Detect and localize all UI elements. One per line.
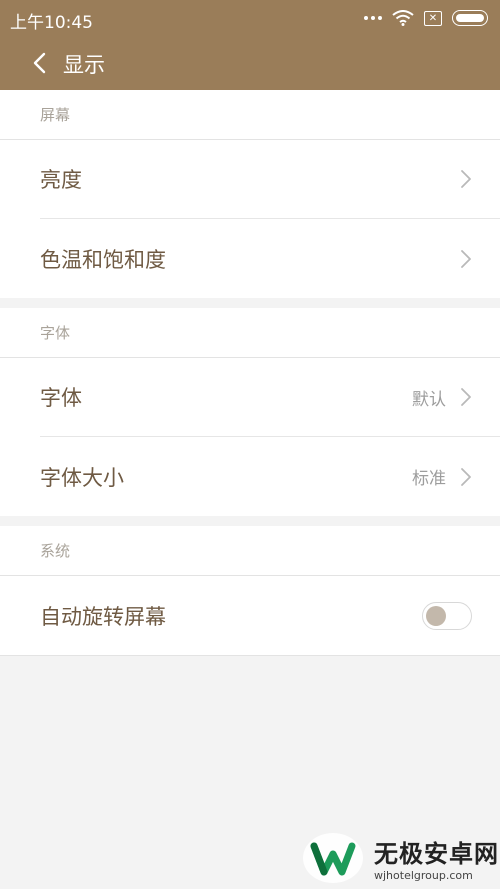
battery-icon bbox=[452, 10, 488, 26]
row-label: 亮度 bbox=[40, 168, 82, 192]
row-label: 自动旋转屏幕 bbox=[40, 604, 166, 629]
row-brightness[interactable]: 亮度 bbox=[40, 140, 500, 219]
row-color-temp-saturation[interactable]: 色温和饱和度 bbox=[40, 219, 500, 298]
back-button[interactable] bbox=[28, 50, 50, 76]
row-value: 标准 bbox=[412, 469, 446, 489]
chevron-right-icon bbox=[460, 467, 472, 487]
no-sim-icon: ✕ bbox=[424, 10, 442, 26]
header-bar: 上午10:45 ✕ 显示 bbox=[0, 0, 500, 90]
section-system: 系统 自动旋转屏幕 bbox=[0, 526, 500, 656]
more-dots-icon bbox=[364, 16, 382, 20]
watermark: 无极安卓网 wjhotelgroup.com bbox=[300, 830, 499, 886]
row-label: 字体 bbox=[40, 386, 82, 410]
chevron-right-icon bbox=[460, 249, 472, 269]
watermark-url: wjhotelgroup.com bbox=[374, 869, 473, 882]
section-title: 屏幕 bbox=[0, 90, 500, 140]
watermark-title: 无极安卓网 bbox=[374, 840, 499, 868]
section-font: 字体 字体 默认 字体大小 标准 bbox=[0, 308, 500, 516]
row-auto-rotate: 自动旋转屏幕 bbox=[40, 576, 500, 655]
section-title: 字体 bbox=[0, 308, 500, 358]
row-font-size[interactable]: 字体大小 标准 bbox=[40, 437, 500, 516]
row-value: 默认 bbox=[412, 389, 446, 410]
page-title: 显示 bbox=[63, 53, 105, 77]
toggle-knob bbox=[426, 605, 446, 626]
watermark-logo-icon bbox=[300, 830, 366, 886]
section-screen: 屏幕 亮度 色温和饱和度 bbox=[0, 90, 500, 298]
auto-rotate-toggle[interactable] bbox=[422, 601, 472, 630]
chevron-left-icon bbox=[33, 52, 46, 74]
chevron-right-icon bbox=[460, 169, 472, 189]
row-font[interactable]: 字体 默认 bbox=[40, 358, 500, 437]
wifi-icon bbox=[392, 10, 414, 26]
status-icons: ✕ bbox=[364, 8, 488, 28]
chevron-right-icon bbox=[460, 387, 472, 407]
section-title: 系统 bbox=[0, 526, 500, 576]
row-label: 字体大小 bbox=[40, 465, 124, 490]
status-time: 上午10:45 bbox=[10, 13, 93, 33]
row-label: 色温和饱和度 bbox=[40, 247, 166, 272]
settings-list: 屏幕 亮度 色温和饱和度 字体 字体 默认 字体大小 标准 系统 自动旋转屏幕 bbox=[0, 90, 500, 656]
